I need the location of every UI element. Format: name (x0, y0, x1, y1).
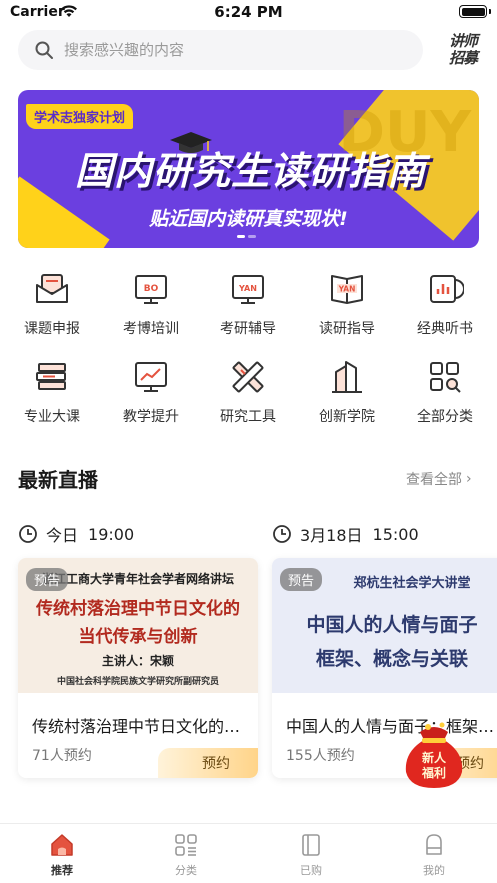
live-time-2: 3月18日 15:00 (272, 522, 429, 546)
gift-line-2: 福利 (421, 765, 446, 780)
live-day: 3月18日 (300, 526, 363, 545)
preview-badge: 预告 (280, 568, 323, 591)
category-audio-books[interactable]: 经典听书 (405, 270, 485, 350)
cover-headline: 传统村落治理中节日文化的 (36, 599, 240, 619)
category-label: 经典听书 (417, 321, 473, 337)
grid-search-icon (430, 362, 461, 393)
buildings-icon (332, 361, 362, 393)
cover-headline: 当代传承与创新 (78, 627, 198, 647)
category-label: 读研指导 (319, 321, 375, 337)
cover-speaker: 主讲人：宋颖 (101, 654, 174, 668)
category-exam-tutoring[interactable]: YAN 考研辅导 (208, 270, 288, 350)
category-all[interactable]: 全部分类 (405, 358, 485, 438)
tab-bar: 推荐 分类 已购 我的 (0, 823, 497, 883)
banner-pagination (237, 235, 256, 238)
reservation-count: 71人预约 (32, 748, 92, 764)
yan-book-icon: YAN (331, 275, 363, 304)
purchased-icon (302, 834, 320, 856)
view-all-label: 查看全部 (406, 472, 462, 488)
section-title-live: 最新直播 (18, 468, 98, 492)
category-research-tools[interactable]: 研究工具 (208, 358, 288, 438)
live-card[interactable]: 浙江工商大学青年社会学者网络讲坛 传统村落治理中节日文化的 当代传承与创新 主讲… (18, 558, 258, 778)
live-hour: 15:00 (372, 524, 419, 544)
clock-icon (273, 525, 291, 543)
tab-label: 推荐 (51, 864, 73, 877)
category-topic-application[interactable]: 课题申报 (12, 270, 92, 350)
live-time-1: 今日 19:00 (18, 522, 144, 546)
live-day: 今日 (46, 526, 79, 545)
preview-badge: 预告 (26, 568, 69, 591)
category-innovation-college[interactable]: 创新学院 (307, 358, 387, 438)
status-bar: Carrier 6:24 PM (0, 0, 497, 26)
category-label: 创新学院 (319, 409, 375, 425)
category-major-courses[interactable]: 专业大课 (12, 358, 92, 438)
tab-profile[interactable]: 我的 (394, 832, 474, 878)
category-icon (175, 834, 197, 856)
lecturer-recruit-link[interactable]: 讲师 招募 (444, 33, 482, 67)
category-phd-training[interactable]: BO 考博培训 (111, 270, 191, 350)
banner-dot (237, 235, 245, 238)
tab-purchased[interactable]: 已购 (271, 832, 351, 878)
view-all-link[interactable]: 查看全部 › (406, 469, 472, 489)
yan-screen-icon: YAN (232, 275, 264, 304)
tab-label: 已购 (300, 864, 322, 877)
reserve-button[interactable]: 预约 (158, 748, 258, 778)
category-label: 研究工具 (220, 409, 276, 425)
category-label: 考博培训 (123, 321, 179, 337)
category-label: 教学提升 (123, 409, 179, 425)
category-label: 全部分类 (417, 409, 473, 425)
banner-subtitle: 贴近国内读研真实现状! (149, 208, 348, 230)
cover-organization: 中国社会科学院民族文学研究所副研究员 (56, 677, 219, 687)
ruler-pencil-icon (232, 361, 264, 393)
home-icon (51, 834, 73, 856)
envelope-icon (36, 274, 68, 303)
chevron-right-icon: › (466, 471, 472, 487)
cover-headline: 框架、概念与关联 (315, 648, 468, 670)
svg-text:YAN: YAN (338, 285, 356, 294)
live-title: 传统村落治理中节日文化的当代传承与创新 (32, 717, 247, 736)
new-user-gift-icon[interactable]: 新人 福利 (398, 718, 470, 790)
svg-text:BO: BO (144, 284, 159, 294)
reservation-count: 155人预约 (286, 748, 355, 764)
clock-icon (19, 525, 37, 543)
bo-screen-icon: BO (135, 275, 167, 304)
status-time: 6:24 PM (214, 3, 283, 21)
banner-dot (248, 235, 256, 238)
promo-banner[interactable]: DUY 学术志独家计划 国内研究生读研指南 贴近国内读研真实现状! (18, 90, 479, 248)
profile-icon (426, 834, 442, 855)
battery-tip (489, 9, 491, 14)
live-cover: 浙江工商大学青年社会学者网络讲坛 传统村落治理中节日文化的 当代传承与创新 主讲… (18, 558, 258, 693)
search-input[interactable] (64, 41, 384, 59)
tab-recommend[interactable]: 推荐 (22, 832, 102, 878)
category-label: 课题申报 (24, 321, 80, 337)
category-label: 考研辅导 (220, 321, 276, 337)
live-cover: 郑杭生社会学大讲堂 中国人的人情与面子 框架、概念与关联 预告 (272, 558, 497, 693)
svg-text:YAN: YAN (238, 284, 257, 293)
tab-category[interactable]: 分类 (146, 832, 226, 878)
live-hour: 19:00 (88, 524, 135, 544)
audio-book-icon (430, 275, 464, 303)
battery-icon (459, 5, 487, 18)
tab-label: 我的 (423, 864, 445, 877)
banner-tag: 学术志独家计划 (26, 104, 134, 129)
gift-line-1: 新人 (422, 750, 447, 765)
books-stack-icon (36, 363, 66, 390)
category-grad-guidance[interactable]: YAN 读研指导 (307, 270, 387, 350)
chart-board-icon (135, 362, 167, 392)
search-icon (35, 41, 53, 59)
cover-headline: 中国人的人情与面子 (306, 614, 478, 636)
search-bar[interactable] (18, 30, 423, 70)
category-label: 专业大课 (24, 409, 80, 425)
category-teaching[interactable]: 教学提升 (111, 358, 191, 438)
tab-label: 分类 (175, 864, 197, 877)
banner-title: 国内研究生读研指南 (74, 149, 426, 193)
